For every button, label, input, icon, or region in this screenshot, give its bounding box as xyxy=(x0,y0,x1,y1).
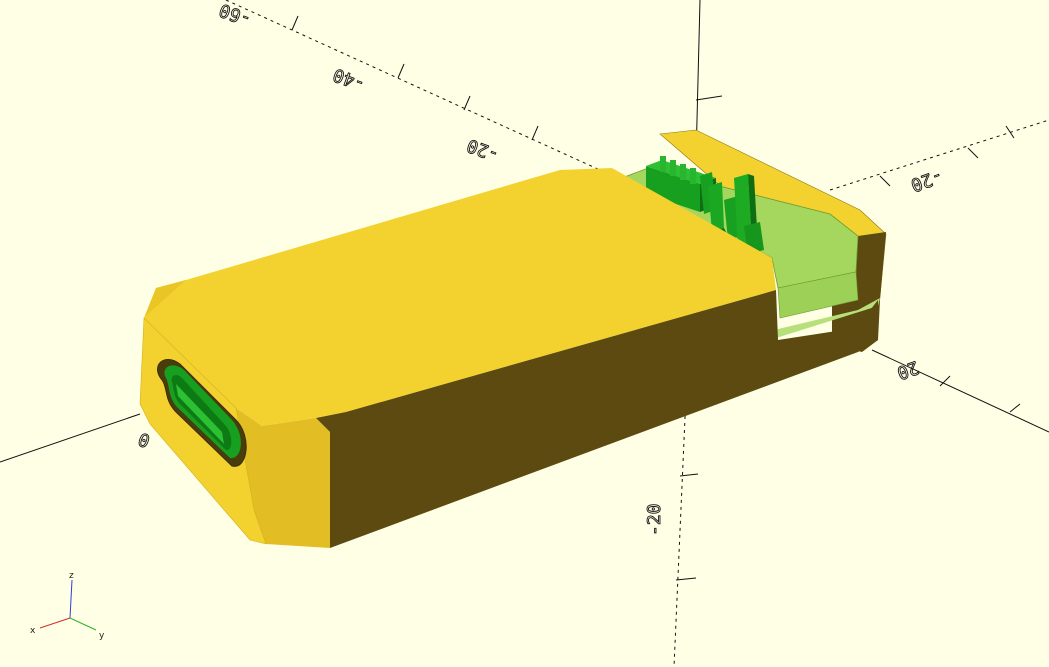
tick-y-5 xyxy=(1009,403,1021,413)
tick-y-4 xyxy=(939,375,951,387)
gizmo-x-axis xyxy=(39,617,71,629)
3d-viewport[interactable]: -60 -40 -20 0 -20 20 -20 z x y xyxy=(0,0,1049,667)
scene-canvas[interactable]: -60 -40 -20 0 -20 20 -20 z x y xyxy=(0,0,1049,667)
gizmo-z-axis xyxy=(69,579,73,619)
gizmo-y-label: y xyxy=(99,631,105,641)
gizmo-y-axis xyxy=(69,617,97,631)
x-axis-positive xyxy=(0,413,141,463)
tick-x-2 xyxy=(397,63,405,79)
axes-orientation-icon: z x y xyxy=(30,571,105,641)
tick-label-x-neg-40: -40 xyxy=(330,64,368,95)
gizmo-x-label: x xyxy=(30,626,36,636)
gizmo-z-label: z xyxy=(69,571,74,581)
tick-label-y-neg-20: -20 xyxy=(908,165,946,196)
x-axis-negative xyxy=(225,0,601,171)
tick-z-1 xyxy=(695,95,723,101)
tick-label-x-neg-20: -20 xyxy=(464,134,502,165)
usb-case-model[interactable] xyxy=(139,129,887,548)
tick-y-2 xyxy=(967,147,979,159)
tick-x-1 xyxy=(291,15,299,31)
z-axis-negative xyxy=(673,394,687,667)
tick-y-1 xyxy=(879,175,891,187)
tick-label-x-neg-60: -60 xyxy=(216,0,254,30)
tick-label-x-zero: 0 xyxy=(136,428,153,451)
tick-label-z-neg-20: -20 xyxy=(644,503,665,536)
tick-label-y-pos-20: 20 xyxy=(894,356,922,383)
tick-x-4 xyxy=(531,125,539,141)
tick-z-3 xyxy=(675,577,697,581)
tick-x-3 xyxy=(463,95,471,111)
